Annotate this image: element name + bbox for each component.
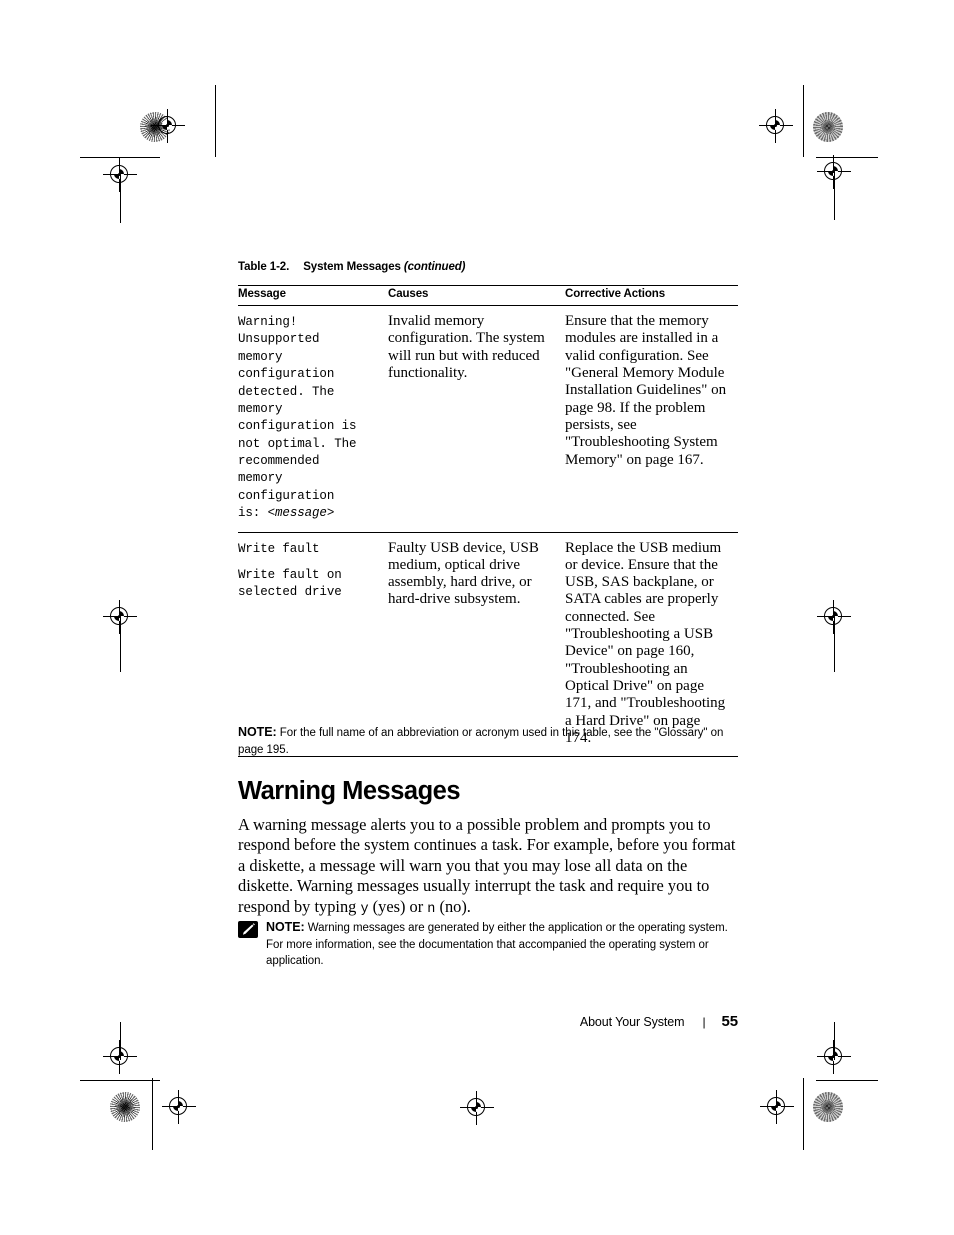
registration-target-top-left-inner [103,158,137,192]
message-line: recommended [238,454,320,468]
registration-target-mid-left [103,600,137,634]
registration-target-mid-right [817,600,851,634]
message-variable-placeholder: <message> [267,506,335,521]
registration-target-bottom-right-inner [817,1040,851,1074]
cell-causes-1: Invalid memory configuration. The system… [388,305,565,533]
trim-line-top-left-vertical [215,85,216,157]
registration-target-bottom-left [162,1090,196,1124]
registration-target-top-left [151,109,185,143]
trim-line-top-right-horizontal [816,157,878,158]
halftone-target-bottom-right [813,1092,843,1122]
message-line-prefix: is: [238,506,268,521]
table-note-text: For the full name of an abbreviation or … [238,727,724,756]
note-callout: NOTE: Warning messages are generated by … [238,918,743,970]
registration-target-top-right-inner [817,155,851,189]
message-line: configuration [238,488,335,503]
trim-line-bottom-left-inner-vertical [120,1022,121,1060]
message-line: not optimal. The [238,436,357,451]
message-line-variable: is: <message> [238,505,378,522]
trim-line-bottom-left-horizontal [80,1080,160,1081]
message-line: Warning! [238,315,298,329]
trim-line-bottom-right-inner-vertical [834,1022,835,1060]
message-line: Write fault [238,541,320,556]
table-header-row: Message Causes Corrective Actions [238,285,738,306]
trim-line-top-left-inner-vertical [120,175,121,223]
message-line: detected. The [238,384,335,399]
registration-target-top-right [759,109,793,143]
trim-line-top-right-inner-vertical [834,172,835,220]
section-title: Warning Messages [238,777,461,805]
trim-line-mid-left-vertical [120,617,121,672]
table-note: NOTE: For the full name of an abbreviati… [238,724,738,758]
message-line: Unsupported [238,332,320,347]
note-callout-text: NOTE: Warning messages are generated by … [266,918,743,970]
cell-message-1: Warning! Unsupported memory configuratio… [238,305,388,533]
table-caption-title: System Messages [303,261,401,273]
note-callout-body: Warning messages are generated by either… [266,922,728,968]
footer-separator: | [702,1015,706,1029]
message-line: selected drive [238,585,342,600]
note-callout-label: NOTE: [266,920,305,934]
message-line: memory [238,471,283,486]
halftone-target-top-right [813,112,843,142]
paragraph-part-3: (no). [435,896,471,916]
message-line: configuration [238,367,335,382]
halftone-target-top-left [140,112,170,142]
halftone-target-bottom-left [110,1092,140,1122]
message-line: memory [238,349,283,364]
trim-line-top-left-horizontal [80,157,160,158]
pencil-note-icon [238,921,258,938]
trim-line-bottom-left-vertical [152,1078,153,1150]
registration-target-bottom-center [460,1091,494,1125]
message-line-gap [238,558,378,567]
trim-line-bottom-right-vertical [803,1078,804,1150]
message-line: memory [238,401,283,416]
footer-title: About Your System [579,1015,685,1029]
trim-line-mid-right-vertical [834,617,835,672]
trim-line-bottom-right-horizontal [816,1080,878,1081]
trim-line-top-right-vertical [803,85,804,157]
paragraph-part-1: A warning message alerts you to a possib… [238,815,736,916]
section-paragraph: A warning message alerts you to a possib… [238,815,740,918]
registration-target-bottom-left-inner [103,1040,137,1074]
column-header-actions: Corrective Actions [565,285,738,306]
table-row: Warning! Unsupported memory configuratio… [238,305,738,533]
table-caption: Table 1-2. System Messages (continued) [238,261,466,273]
table-caption-continued: (continued) [403,261,466,273]
cell-actions-1: Ensure that the memory modules are insta… [565,305,738,533]
table-note-label: NOTE: [238,725,277,739]
registration-target-bottom-right [760,1090,794,1124]
paragraph-key-yes: y [360,901,369,917]
footer-page-number: 55 [721,1013,739,1030]
column-header-causes: Causes [388,285,565,306]
column-header-message: Message [238,285,388,306]
page-footer: About Your System | 55 [238,1013,738,1030]
message-line: Write fault on [238,567,342,582]
paragraph-part-2: (yes) or [368,896,428,916]
message-line: configuration is [238,419,357,434]
table-caption-number: Table 1-2. [238,261,290,273]
system-messages-table: Message Causes Corrective Actions Warnin… [238,285,738,758]
